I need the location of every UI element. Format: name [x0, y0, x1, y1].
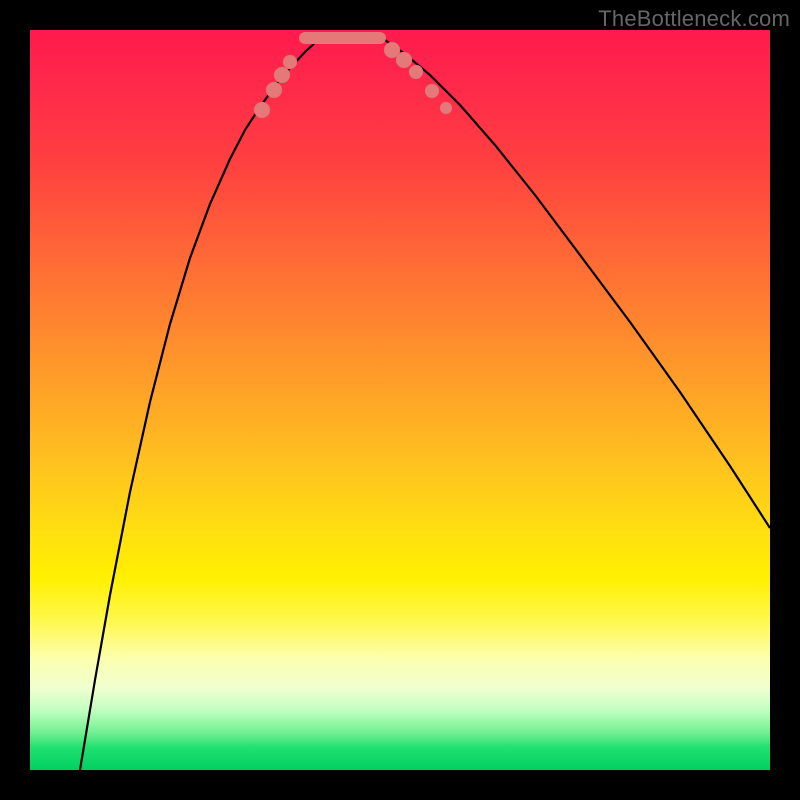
- plot-area: [30, 30, 770, 770]
- highlight-dot: [425, 84, 439, 98]
- highlight-dot: [409, 65, 423, 79]
- highlight-dot: [396, 52, 412, 68]
- highlight-dot: [266, 82, 282, 98]
- highlight-dot: [254, 102, 270, 118]
- curve-left-arm: [80, 40, 318, 770]
- watermark-text: TheBottleneck.com: [598, 6, 790, 32]
- highlight-dots: [254, 42, 452, 118]
- curve-layer: [30, 30, 770, 770]
- highlight-dot: [440, 102, 452, 114]
- highlight-dot: [283, 55, 297, 69]
- chart-frame: TheBottleneck.com: [0, 0, 800, 800]
- highlight-dot: [274, 67, 290, 83]
